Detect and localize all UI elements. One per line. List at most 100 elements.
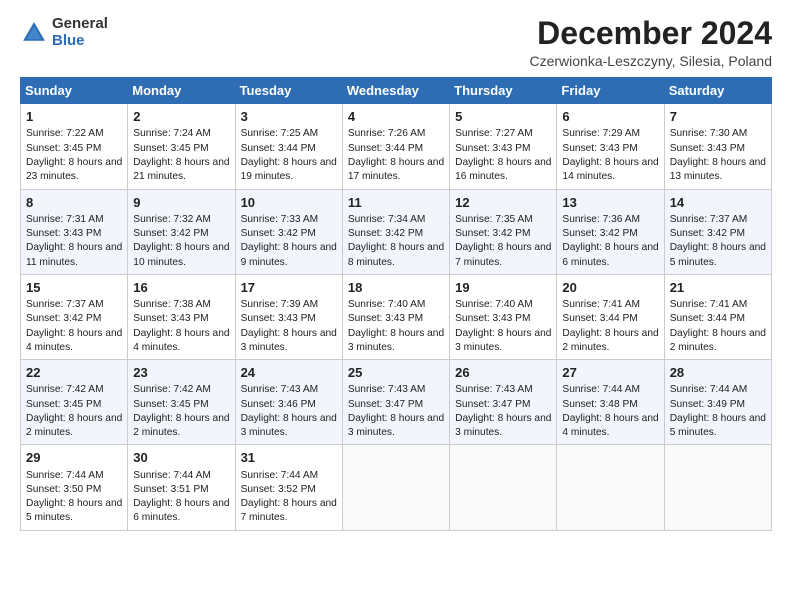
day-number: 7 — [670, 108, 766, 126]
daylight: Daylight: 8 hours and 16 minutes. — [455, 157, 551, 182]
daylight: Daylight: 8 hours and 3 minutes. — [455, 328, 551, 353]
day-number: 22 — [26, 364, 122, 382]
col-thursday: Thursday — [450, 78, 557, 104]
day-number: 11 — [348, 194, 444, 212]
col-saturday: Saturday — [664, 78, 771, 104]
sunrise: Sunrise: 7:26 AM — [348, 128, 426, 139]
cell-content: 21 Sunrise: 7:41 AM Sunset: 3:44 PM Dayl… — [670, 279, 766, 355]
day-number: 13 — [562, 194, 658, 212]
calendar-cell: 11 Sunrise: 7:34 AM Sunset: 3:42 PM Dayl… — [342, 189, 449, 274]
daylight: Daylight: 8 hours and 3 minutes. — [455, 413, 551, 438]
sunset: Sunset: 3:43 PM — [562, 143, 637, 154]
calendar-cell: 7 Sunrise: 7:30 AM Sunset: 3:43 PM Dayli… — [664, 104, 771, 189]
sunrise: Sunrise: 7:41 AM — [562, 299, 640, 310]
logo-text: General Blue — [52, 16, 108, 49]
cell-content: 19 Sunrise: 7:40 AM Sunset: 3:43 PM Dayl… — [455, 279, 551, 355]
sunrise: Sunrise: 7:42 AM — [26, 384, 104, 395]
calendar-cell — [664, 445, 771, 530]
calendar-cell — [557, 445, 664, 530]
sunrise: Sunrise: 7:32 AM — [133, 214, 211, 225]
sunset: Sunset: 3:43 PM — [26, 228, 101, 239]
calendar-cell: 6 Sunrise: 7:29 AM Sunset: 3:43 PM Dayli… — [557, 104, 664, 189]
calendar-cell: 3 Sunrise: 7:25 AM Sunset: 3:44 PM Dayli… — [235, 104, 342, 189]
day-number: 15 — [26, 279, 122, 297]
cell-content: 5 Sunrise: 7:27 AM Sunset: 3:43 PM Dayli… — [455, 108, 551, 184]
sunset: Sunset: 3:42 PM — [455, 228, 530, 239]
calendar-cell: 31 Sunrise: 7:44 AM Sunset: 3:52 PM Dayl… — [235, 445, 342, 530]
daylight: Daylight: 8 hours and 11 minutes. — [26, 242, 122, 267]
sunrise: Sunrise: 7:40 AM — [348, 299, 426, 310]
daylight: Daylight: 8 hours and 10 minutes. — [133, 242, 229, 267]
day-number: 14 — [670, 194, 766, 212]
calendar-cell — [342, 445, 449, 530]
day-number: 20 — [562, 279, 658, 297]
cell-content: 14 Sunrise: 7:37 AM Sunset: 3:42 PM Dayl… — [670, 194, 766, 270]
day-number: 29 — [26, 449, 122, 467]
daylight: Daylight: 8 hours and 13 minutes. — [670, 157, 766, 182]
calendar-cell: 20 Sunrise: 7:41 AM Sunset: 3:44 PM Dayl… — [557, 274, 664, 359]
calendar-week-row: 29 Sunrise: 7:44 AM Sunset: 3:50 PM Dayl… — [21, 445, 772, 530]
cell-content: 24 Sunrise: 7:43 AM Sunset: 3:46 PM Dayl… — [241, 364, 337, 440]
daylight: Daylight: 8 hours and 5 minutes. — [670, 413, 766, 438]
calendar-cell: 26 Sunrise: 7:43 AM Sunset: 3:47 PM Dayl… — [450, 360, 557, 445]
calendar-cell: 12 Sunrise: 7:35 AM Sunset: 3:42 PM Dayl… — [450, 189, 557, 274]
header: General Blue December 2024 Czerwionka-Le… — [20, 16, 772, 69]
sunset: Sunset: 3:45 PM — [133, 399, 208, 410]
calendar-week-row: 15 Sunrise: 7:37 AM Sunset: 3:42 PM Dayl… — [21, 274, 772, 359]
cell-content: 25 Sunrise: 7:43 AM Sunset: 3:47 PM Dayl… — [348, 364, 444, 440]
daylight: Daylight: 8 hours and 6 minutes. — [133, 498, 229, 523]
logo: General Blue — [20, 16, 108, 49]
day-number: 25 — [348, 364, 444, 382]
sunset: Sunset: 3:43 PM — [455, 143, 530, 154]
cell-content: 10 Sunrise: 7:33 AM Sunset: 3:42 PM Dayl… — [241, 194, 337, 270]
calendar-cell: 13 Sunrise: 7:36 AM Sunset: 3:42 PM Dayl… — [557, 189, 664, 274]
calendar-week-row: 8 Sunrise: 7:31 AM Sunset: 3:43 PM Dayli… — [21, 189, 772, 274]
calendar-cell: 2 Sunrise: 7:24 AM Sunset: 3:45 PM Dayli… — [128, 104, 235, 189]
calendar-week-row: 1 Sunrise: 7:22 AM Sunset: 3:45 PM Dayli… — [21, 104, 772, 189]
calendar-cell: 9 Sunrise: 7:32 AM Sunset: 3:42 PM Dayli… — [128, 189, 235, 274]
sunrise: Sunrise: 7:43 AM — [348, 384, 426, 395]
daylight: Daylight: 8 hours and 9 minutes. — [241, 242, 337, 267]
cell-content: 16 Sunrise: 7:38 AM Sunset: 3:43 PM Dayl… — [133, 279, 229, 355]
cell-content: 7 Sunrise: 7:30 AM Sunset: 3:43 PM Dayli… — [670, 108, 766, 184]
daylight: Daylight: 8 hours and 5 minutes. — [670, 242, 766, 267]
daylight: Daylight: 8 hours and 17 minutes. — [348, 157, 444, 182]
cell-content: 11 Sunrise: 7:34 AM Sunset: 3:42 PM Dayl… — [348, 194, 444, 270]
calendar-week-row: 22 Sunrise: 7:42 AM Sunset: 3:45 PM Dayl… — [21, 360, 772, 445]
sunset: Sunset: 3:43 PM — [241, 313, 316, 324]
day-number: 16 — [133, 279, 229, 297]
day-number: 27 — [562, 364, 658, 382]
calendar-cell: 18 Sunrise: 7:40 AM Sunset: 3:43 PM Dayl… — [342, 274, 449, 359]
logo-general: General — [52, 16, 108, 33]
day-number: 10 — [241, 194, 337, 212]
day-number: 19 — [455, 279, 551, 297]
day-number: 26 — [455, 364, 551, 382]
cell-content: 27 Sunrise: 7:44 AM Sunset: 3:48 PM Dayl… — [562, 364, 658, 440]
calendar-cell: 16 Sunrise: 7:38 AM Sunset: 3:43 PM Dayl… — [128, 274, 235, 359]
sunset: Sunset: 3:43 PM — [455, 313, 530, 324]
sunset: Sunset: 3:50 PM — [26, 484, 101, 495]
daylight: Daylight: 8 hours and 3 minutes. — [241, 328, 337, 353]
sunrise: Sunrise: 7:29 AM — [562, 128, 640, 139]
calendar-body: 1 Sunrise: 7:22 AM Sunset: 3:45 PM Dayli… — [21, 104, 772, 531]
sunset: Sunset: 3:44 PM — [241, 143, 316, 154]
sunset: Sunset: 3:44 PM — [348, 143, 423, 154]
col-sunday: Sunday — [21, 78, 128, 104]
sunset: Sunset: 3:47 PM — [455, 399, 530, 410]
cell-content: 22 Sunrise: 7:42 AM Sunset: 3:45 PM Dayl… — [26, 364, 122, 440]
daylight: Daylight: 8 hours and 6 minutes. — [562, 242, 658, 267]
cell-content: 12 Sunrise: 7:35 AM Sunset: 3:42 PM Dayl… — [455, 194, 551, 270]
cell-content: 18 Sunrise: 7:40 AM Sunset: 3:43 PM Dayl… — [348, 279, 444, 355]
daylight: Daylight: 8 hours and 3 minutes. — [241, 413, 337, 438]
cell-content: 17 Sunrise: 7:39 AM Sunset: 3:43 PM Dayl… — [241, 279, 337, 355]
day-number: 21 — [670, 279, 766, 297]
calendar-cell: 28 Sunrise: 7:44 AM Sunset: 3:49 PM Dayl… — [664, 360, 771, 445]
cell-content: 9 Sunrise: 7:32 AM Sunset: 3:42 PM Dayli… — [133, 194, 229, 270]
daylight: Daylight: 8 hours and 3 minutes. — [348, 413, 444, 438]
sunset: Sunset: 3:51 PM — [133, 484, 208, 495]
sunrise: Sunrise: 7:35 AM — [455, 214, 533, 225]
day-number: 3 — [241, 108, 337, 126]
daylight: Daylight: 8 hours and 23 minutes. — [26, 157, 122, 182]
sunrise: Sunrise: 7:37 AM — [26, 299, 104, 310]
sunrise: Sunrise: 7:27 AM — [455, 128, 533, 139]
